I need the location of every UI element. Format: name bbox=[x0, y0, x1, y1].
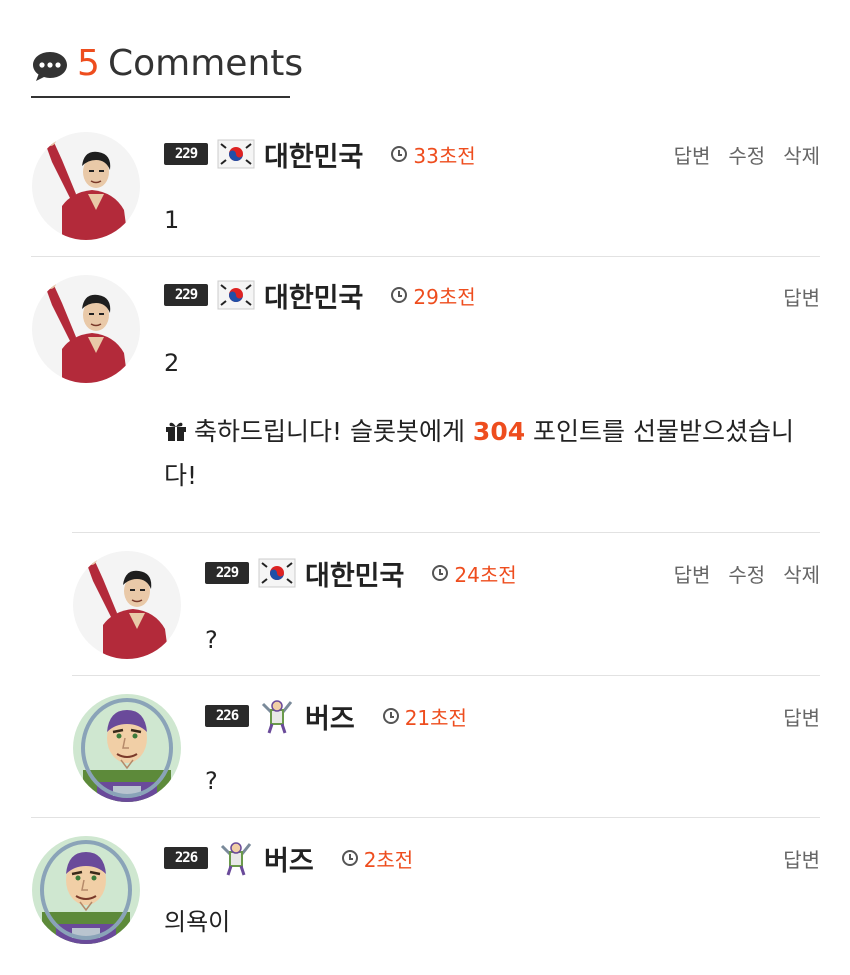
comment-text: 1 bbox=[164, 206, 180, 234]
gift-text-before: 축하드립니다! 슬롯봇에게 bbox=[194, 417, 473, 446]
reply-button[interactable]: 답변 bbox=[783, 282, 820, 311]
timestamp: 33초전 bbox=[391, 140, 476, 169]
reply-button[interactable]: 답변 bbox=[674, 559, 711, 588]
avatar[interactable] bbox=[32, 836, 140, 944]
timestamp-text: 2초전 bbox=[363, 847, 414, 872]
clock-icon bbox=[391, 287, 408, 303]
avatar[interactable] bbox=[32, 275, 140, 383]
author-name[interactable]: 버즈 bbox=[305, 697, 355, 736]
timestamp: 24초전 bbox=[432, 559, 517, 588]
clock-icon bbox=[382, 708, 399, 724]
timestamp-text: 29초전 bbox=[413, 284, 476, 309]
avatar[interactable] bbox=[73, 694, 181, 802]
timestamp: 21초전 bbox=[382, 702, 467, 731]
timestamp-text: 33초전 bbox=[413, 143, 476, 168]
timestamp: 29초전 bbox=[391, 281, 476, 310]
author-name[interactable]: 버즈 bbox=[264, 839, 314, 878]
comment-actions: 답변 수정 삭제 bbox=[674, 140, 820, 169]
comment-text: ? bbox=[205, 767, 218, 795]
comment-actions: 답변 bbox=[783, 282, 820, 311]
level-badge: 229 bbox=[205, 562, 249, 584]
clock-icon bbox=[391, 146, 408, 162]
divider bbox=[31, 817, 820, 818]
divider bbox=[31, 256, 820, 257]
comment-meta: 229 대한민국 29초전 bbox=[164, 276, 476, 315]
comment-meta: 229 대한민국 33초전 bbox=[164, 135, 476, 174]
level-badge: 229 bbox=[164, 143, 208, 165]
comments-header: 5 Comments bbox=[31, 38, 303, 98]
gift-points: 304 bbox=[472, 417, 526, 446]
comment-text: 2 bbox=[164, 349, 180, 377]
comment-text: ? bbox=[205, 626, 218, 654]
reply-button[interactable]: 답변 bbox=[783, 702, 820, 731]
buzz-emblem-icon bbox=[216, 840, 256, 876]
avatar[interactable] bbox=[73, 551, 181, 659]
reply-button[interactable]: 답변 bbox=[674, 140, 711, 169]
korea-flag-icon bbox=[216, 277, 256, 313]
comment-meta: 226 버즈 21초전 bbox=[205, 697, 467, 736]
delete-button[interactable]: 삭제 bbox=[783, 140, 820, 169]
korea-flag-icon bbox=[216, 136, 256, 172]
gift-notice: 축하드립니다! 슬롯봇에게 304 포인트를 선물받으셨습니다! bbox=[164, 410, 814, 498]
delete-button[interactable]: 삭제 bbox=[783, 559, 820, 588]
timestamp-text: 24초전 bbox=[454, 562, 517, 587]
level-badge: 226 bbox=[205, 705, 249, 727]
comment-meta: 226 버즈 2초전 bbox=[164, 839, 414, 878]
korea-flag-icon bbox=[257, 555, 297, 591]
level-badge: 226 bbox=[164, 847, 208, 869]
gift-icon bbox=[166, 422, 186, 441]
avatar[interactable] bbox=[32, 132, 140, 240]
speech-bubble-icon bbox=[33, 52, 67, 81]
comment-actions: 답변 bbox=[783, 702, 820, 731]
author-name[interactable]: 대한민국 bbox=[264, 276, 363, 315]
author-name[interactable]: 대한민국 bbox=[264, 135, 363, 174]
comments-title: Comments bbox=[108, 43, 304, 84]
buzz-emblem-icon bbox=[257, 698, 297, 734]
divider bbox=[72, 532, 820, 533]
comment-count: 5 bbox=[77, 43, 100, 84]
level-badge: 229 bbox=[164, 284, 208, 306]
comment-text: 의욕이 bbox=[164, 908, 231, 936]
reply-button[interactable]: 답변 bbox=[783, 844, 820, 873]
divider bbox=[72, 675, 820, 676]
clock-icon bbox=[341, 850, 358, 866]
comment-meta: 229 대한민국 24초전 bbox=[205, 554, 517, 593]
edit-button[interactable]: 수정 bbox=[728, 559, 765, 588]
edit-button[interactable]: 수정 bbox=[728, 140, 765, 169]
author-name[interactable]: 대한민국 bbox=[305, 554, 404, 593]
timestamp-text: 21초전 bbox=[404, 705, 467, 730]
clock-icon bbox=[432, 565, 449, 581]
comment-actions: 답변 수정 삭제 bbox=[674, 559, 820, 588]
timestamp: 2초전 bbox=[341, 844, 414, 873]
comment-actions: 답변 bbox=[783, 844, 820, 873]
